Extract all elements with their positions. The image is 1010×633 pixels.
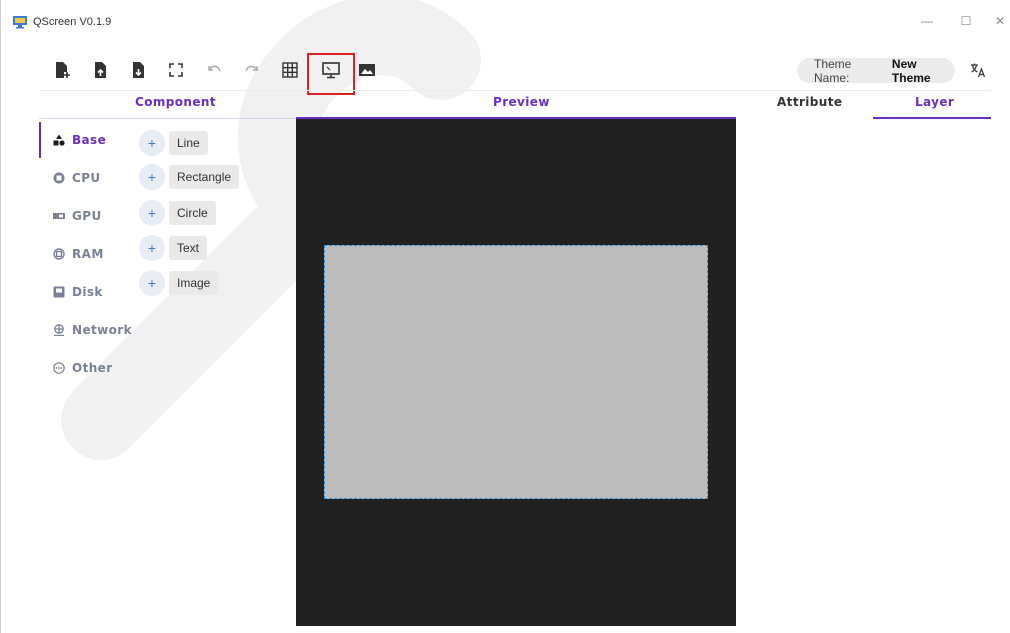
sidebar-item-ram[interactable]: RAM bbox=[39, 236, 131, 272]
sidebar-item-label: CPU bbox=[72, 171, 101, 185]
component-header-line bbox=[39, 118, 296, 119]
component-item-line[interactable]: + Line bbox=[139, 130, 208, 156]
theme-name-value: New Theme bbox=[891, 56, 931, 85]
minimize-button[interactable]: — bbox=[916, 10, 938, 32]
gpu-icon bbox=[53, 210, 65, 222]
tab-component[interactable]: Component bbox=[135, 95, 216, 109]
translate-icon[interactable] bbox=[967, 59, 989, 81]
component-item-rectangle[interactable]: + Rectangle bbox=[139, 164, 240, 190]
component-item-text[interactable]: + Text bbox=[139, 235, 208, 261]
close-button[interactable]: ✕ bbox=[989, 10, 1010, 32]
sidebar-item-base[interactable]: Base bbox=[39, 122, 131, 158]
sidebar-item-label: GPU bbox=[72, 209, 102, 223]
sidebar-item-label: Network bbox=[72, 323, 132, 337]
export-file-icon[interactable] bbox=[126, 58, 150, 82]
network-icon bbox=[53, 324, 65, 336]
add-icon[interactable]: + bbox=[139, 235, 165, 261]
component-label[interactable]: Line bbox=[169, 131, 208, 155]
theme-name-label: Theme Name: bbox=[814, 56, 852, 85]
tab-attribute[interactable]: Attribute bbox=[777, 95, 842, 109]
cpu-icon bbox=[53, 172, 65, 184]
selected-rectangle-element[interactable] bbox=[324, 245, 708, 499]
theme-name-field[interactable]: Theme Name: New Theme bbox=[797, 56, 955, 85]
sidebar-item-network[interactable]: Network bbox=[39, 312, 132, 348]
component-item-image[interactable]: + Image bbox=[139, 270, 219, 296]
redo-icon[interactable] bbox=[240, 58, 264, 82]
layer-tab-underline bbox=[873, 117, 991, 119]
sidebar-item-gpu[interactable]: GPU bbox=[39, 198, 131, 234]
component-label[interactable]: Image bbox=[169, 271, 219, 295]
fullscreen-icon[interactable] bbox=[164, 58, 188, 82]
sidebar-item-label: Disk bbox=[72, 285, 103, 299]
sidebar-item-disk[interactable]: Disk bbox=[39, 274, 131, 310]
sidebar-item-label: Base bbox=[72, 133, 107, 147]
sidebar-item-label: RAM bbox=[72, 247, 104, 261]
preview-canvas[interactable] bbox=[296, 119, 736, 626]
app-logo-icon bbox=[13, 16, 27, 29]
component-label[interactable]: Circle bbox=[169, 201, 216, 225]
new-file-icon[interactable] bbox=[50, 58, 74, 82]
title-bar: QScreen V0.1.9 — ☐ ✕ bbox=[1, 0, 1010, 32]
undo-icon[interactable] bbox=[202, 58, 226, 82]
sidebar-item-label: Other bbox=[72, 361, 113, 375]
ram-icon bbox=[53, 248, 65, 260]
component-item-circle[interactable]: + Circle bbox=[139, 200, 216, 226]
toolbar-divider bbox=[39, 90, 991, 91]
add-icon[interactable]: + bbox=[139, 164, 165, 190]
grid-icon[interactable] bbox=[278, 58, 302, 82]
component-label[interactable]: Text bbox=[169, 236, 208, 260]
window-title: QScreen V0.1.9 bbox=[33, 16, 112, 28]
shapes-icon bbox=[53, 134, 65, 146]
image-icon[interactable] bbox=[355, 58, 379, 82]
sidebar-item-other[interactable]: Other bbox=[39, 350, 131, 386]
other-icon bbox=[53, 362, 65, 374]
sidebar-item-cpu[interactable]: CPU bbox=[39, 160, 131, 196]
tab-preview[interactable]: Preview bbox=[493, 95, 550, 109]
component-label[interactable]: Rectangle bbox=[169, 165, 240, 189]
toolbar: Theme Name: New Theme bbox=[1, 50, 1010, 95]
import-file-icon[interactable] bbox=[88, 58, 112, 82]
maximize-button[interactable]: ☐ bbox=[955, 10, 977, 32]
preview-screen-icon[interactable] bbox=[319, 58, 343, 82]
app-window: QScreen V0.1.9 — ☐ ✕ Theme Name: New The… bbox=[0, 0, 1010, 633]
add-icon[interactable]: + bbox=[139, 270, 165, 296]
disk-icon bbox=[53, 286, 65, 298]
add-icon[interactable]: + bbox=[139, 200, 165, 226]
add-icon[interactable]: + bbox=[139, 130, 165, 156]
tab-layer[interactable]: Layer bbox=[915, 95, 954, 109]
